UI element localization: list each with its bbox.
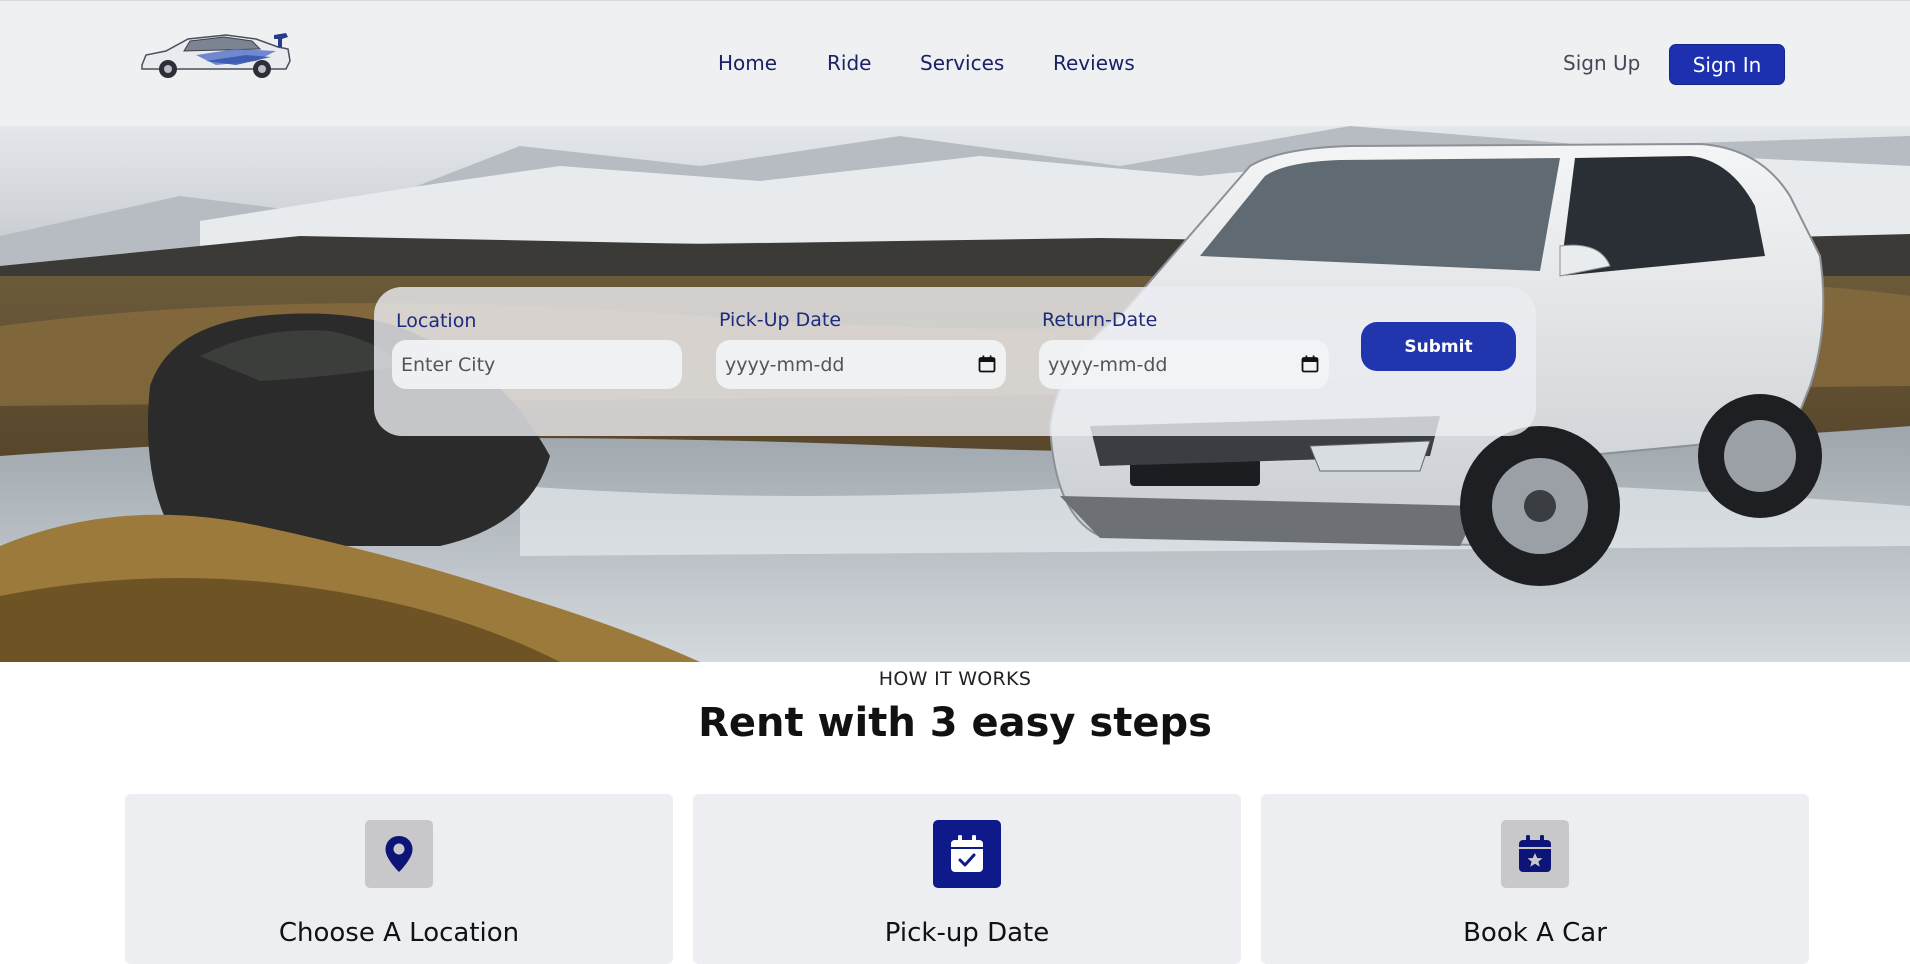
sign-in-button[interactable]: Sign In [1669,44,1785,85]
booking-search-form: Location Enter City Pick-Up Date yyyy-mm… [374,287,1536,436]
section-eyebrow: HOW IT WORKS [878,668,1032,690]
location-pin-icon [385,836,413,872]
calendar-check-icon [951,835,983,872]
step-card-location: Choose A Location [125,794,673,964]
pickup-date-label: Pick-Up Date [719,309,842,331]
nav-link-home[interactable]: Home [718,51,777,75]
hero-section: Location Enter City Pick-Up Date yyyy-mm… [0,126,1910,662]
step-card-pickup: Pick-up Date [693,794,1241,964]
return-date-input[interactable]: yyyy-mm-dd [1039,340,1329,389]
step-icon-box [933,820,1001,888]
calendar-star-icon [1519,835,1551,872]
step-title: Book A Car [1463,918,1607,948]
step-title: Pick-up Date [884,918,1050,948]
location-input[interactable]: Enter City [392,340,682,389]
nav-link-ride[interactable]: Ride [827,51,871,75]
step-icon-box [1501,820,1569,888]
nav-link-reviews[interactable]: Reviews [1053,51,1135,75]
location-label: Location [396,310,477,332]
step-card-book: Book A Car [1261,794,1809,964]
return-date-label: Return-Date [1042,309,1158,331]
nav-link-services[interactable]: Services [920,51,1004,75]
section-title: Rent with 3 easy steps [698,700,1212,746]
step-icon-box [365,820,433,888]
submit-button[interactable]: Submit [1361,322,1516,371]
return-date-placeholder: yyyy-mm-dd [1048,353,1168,376]
site-header: Home Ride Services Reviews Sign Up Sign … [0,0,1910,126]
sign-up-link[interactable]: Sign Up [1563,51,1640,75]
location-placeholder: Enter City [401,353,496,376]
pickup-date-placeholder: yyyy-mm-dd [725,353,845,376]
calendar-icon[interactable] [1301,355,1319,373]
step-title: Choose A Location [278,918,520,948]
calendar-icon[interactable] [978,355,996,373]
pickup-date-input[interactable]: yyyy-mm-dd [716,340,1006,389]
